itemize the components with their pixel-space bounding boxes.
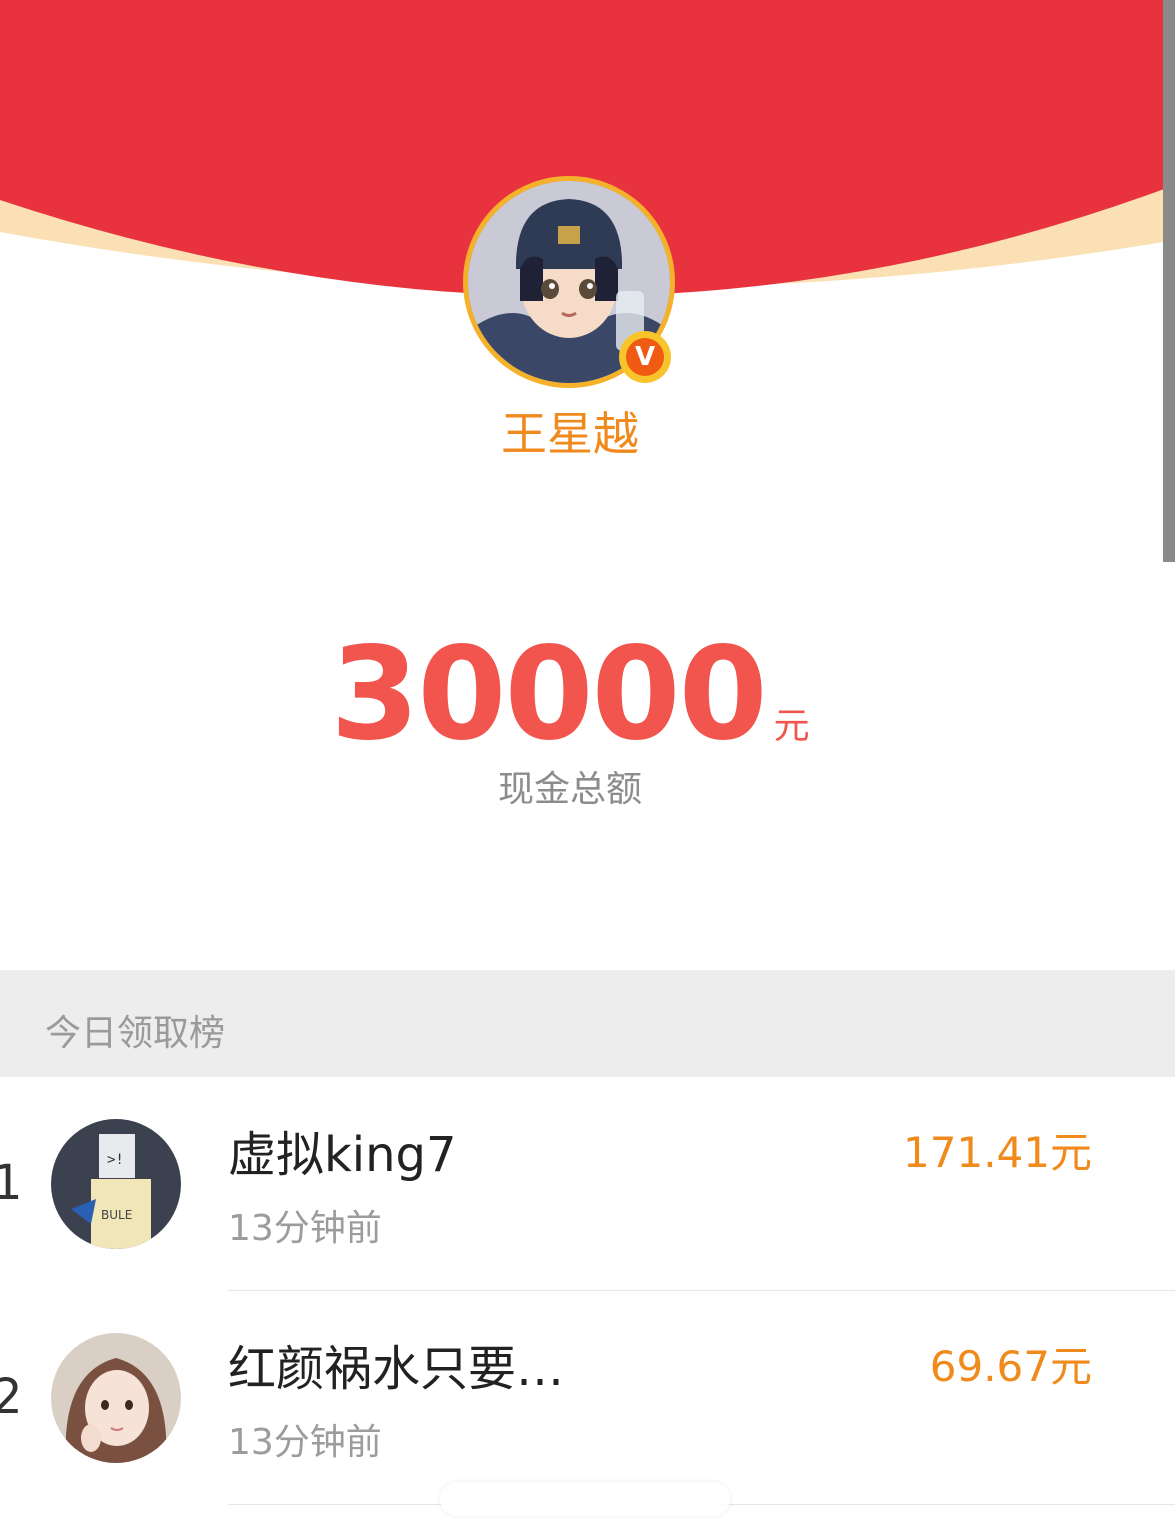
rank-number: 1 [0, 1155, 23, 1211]
profile-name: 王星越 [501, 407, 639, 461]
user-avatar-image-icon: >! BULE [51, 1119, 181, 1249]
verified-badge-label: V [626, 338, 664, 376]
claim-amount: 69.67元 [929, 1342, 1092, 1391]
total-amount-label: 现金总额 [497, 769, 642, 810]
total-amount-unit: 元 [773, 706, 810, 747]
rank-number: 2 [0, 1369, 23, 1425]
leaderboard-row[interactable]: 2 红颜祸水只要… 13分钟前 69.67元 [0, 1291, 1175, 1505]
claim-amount: 171.41元 [903, 1128, 1092, 1177]
svg-text:>!: >! [107, 1152, 124, 1168]
claim-time: 13分钟前 [228, 1208, 382, 1249]
scrollbar[interactable] [1163, 0, 1175, 562]
user-avatar-image-icon [51, 1333, 181, 1463]
leaderboard-title: 今日领取榜 [45, 1013, 226, 1054]
total-amount-value: 30000 [330, 620, 767, 769]
claim-time: 13分钟前 [228, 1422, 382, 1463]
leaderboard-row[interactable]: 1 >! BULE 虚拟king7 13分钟前 171.41元 [0, 1077, 1175, 1291]
user-avatar[interactable]: >! BULE [51, 1119, 181, 1249]
total-amount: 30000 元 [0, 620, 1140, 769]
verified-v-icon: V [619, 331, 671, 383]
svg-text:BULE: BULE [101, 1208, 132, 1222]
user-name[interactable]: 虚拟king7 [228, 1115, 457, 1185]
home-indicator[interactable] [440, 1482, 730, 1516]
red-packet-page: V 王星越 30000 元 现金总额 今日领取榜 1 >! BULE 虚拟king… [0, 0, 1175, 1527]
user-avatar[interactable] [51, 1333, 181, 1463]
user-name[interactable]: 红颜祸水只要… [228, 1329, 564, 1399]
